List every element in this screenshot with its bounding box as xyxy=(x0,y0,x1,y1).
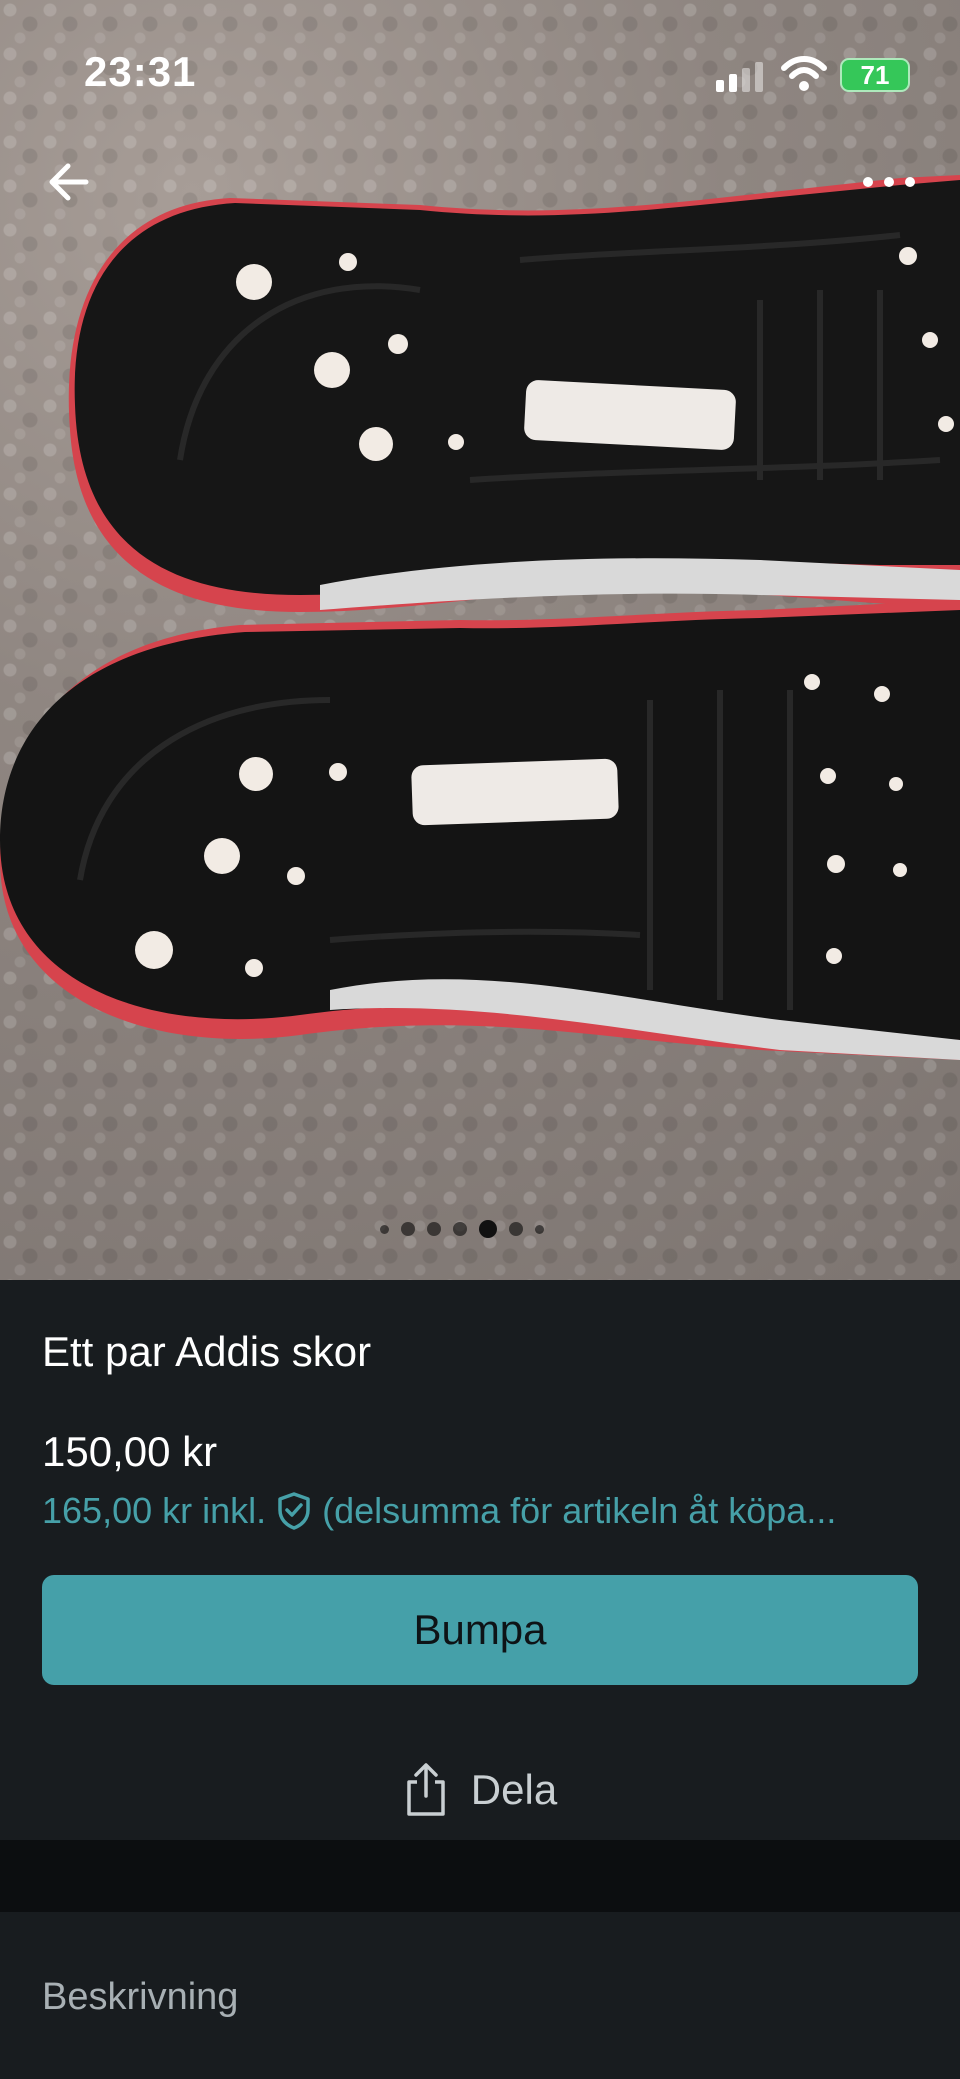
battery-indicator: 71 xyxy=(840,58,910,92)
share-label: Dela xyxy=(470,1766,558,1813)
buyer-protection-shield-icon xyxy=(278,1492,310,1530)
carousel-dot xyxy=(509,1222,523,1236)
share-button[interactable]: Dela xyxy=(0,1745,960,1835)
arrow-left-icon xyxy=(49,163,89,201)
cellular-signal-icon xyxy=(716,62,763,92)
more-horizontal-icon xyxy=(863,177,915,187)
product-photo[interactable]: 23:31 71 xyxy=(0,0,960,1280)
carousel-indicator xyxy=(380,1220,544,1238)
description-heading: Beskrivning xyxy=(42,1976,239,2018)
status-bar: 23:31 71 xyxy=(0,0,960,150)
more-options-button[interactable] xyxy=(856,150,926,214)
listing-title: Ett par Addis skor xyxy=(42,1328,372,1375)
carousel-dot xyxy=(453,1222,467,1236)
price-incl-protection[interactable]: 165,00 kr inkl. (delsumma för artikeln å… xyxy=(42,1490,922,1532)
carousel-dot xyxy=(380,1224,389,1234)
carousel-dot-active xyxy=(479,1220,497,1238)
status-time: 23:31 xyxy=(84,48,197,95)
wifi-icon xyxy=(781,56,827,91)
carousel-dot xyxy=(401,1222,415,1236)
description-section: Beskrivning xyxy=(0,1912,960,2079)
share-icon xyxy=(407,1763,445,1816)
back-button[interactable] xyxy=(40,150,104,214)
shoe-soles-image xyxy=(0,175,960,1060)
price-incl-amount: 165,00 kr inkl. xyxy=(42,1490,267,1531)
carousel-dot xyxy=(427,1222,441,1236)
listing-info-panel: Ett par Addis skor 150,00 kr 165,00 kr i… xyxy=(0,1280,960,1840)
bump-button[interactable]: Bumpa xyxy=(42,1575,918,1685)
battery-level: 71 xyxy=(860,59,890,90)
price-incl-note: (delsumma för artikeln åt köpa... xyxy=(322,1490,837,1531)
section-divider xyxy=(0,1840,960,1912)
listing-price: 150,00 kr xyxy=(42,1428,218,1475)
carousel-dot xyxy=(535,1224,544,1234)
